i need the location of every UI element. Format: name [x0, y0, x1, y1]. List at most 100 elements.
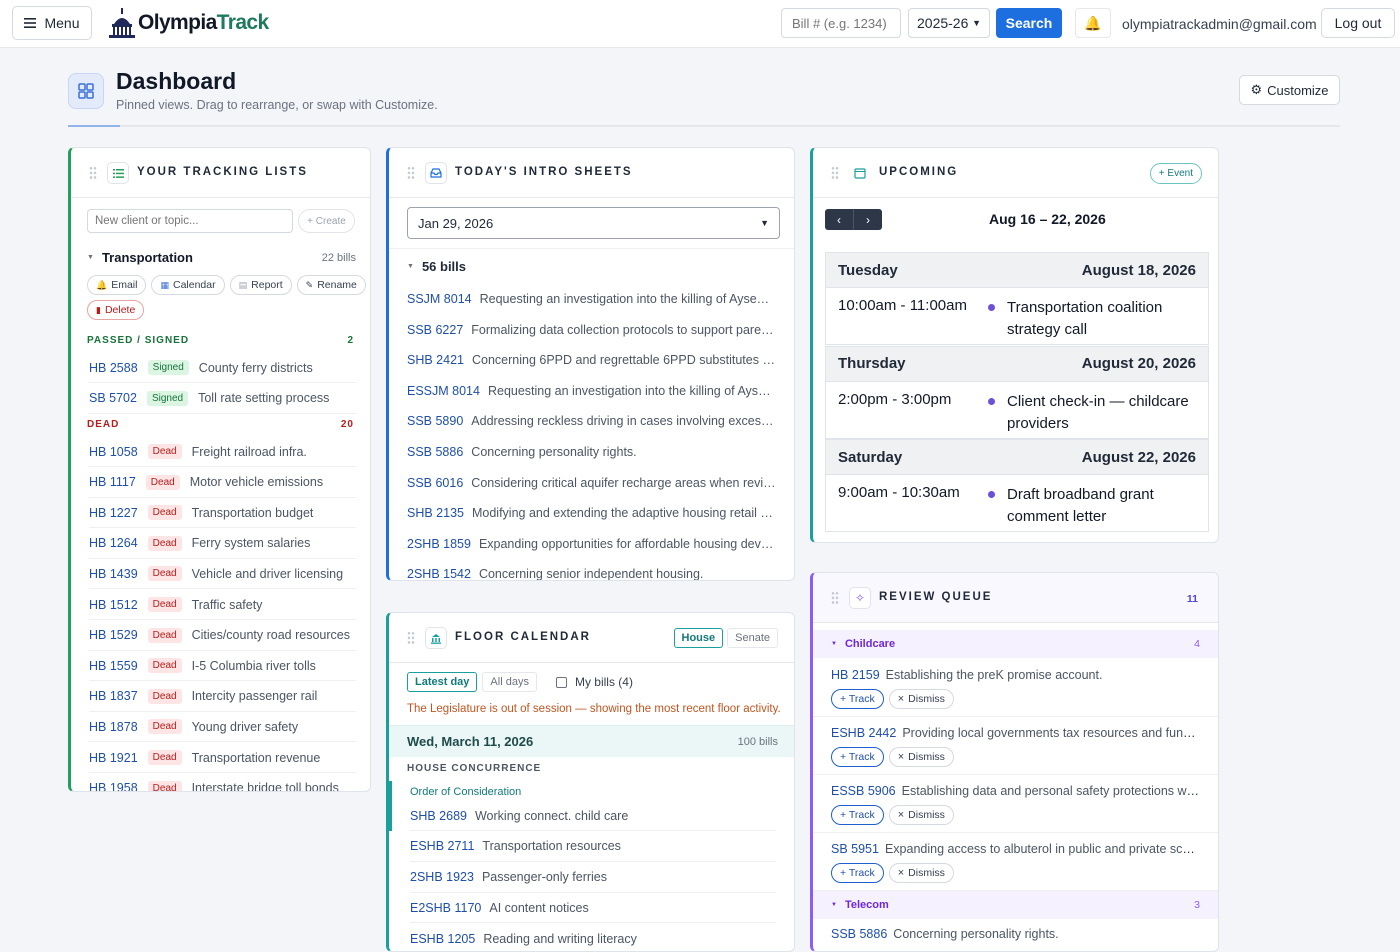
bill-row[interactable]: HB 2588 Signed County ferry districts — [89, 353, 356, 383]
my-bills-label[interactable]: My bills (4) — [575, 675, 633, 689]
drag-handle-icon[interactable] — [407, 166, 415, 180]
bill-row[interactable]: HB 1227 Dead Transportation budget — [89, 498, 356, 529]
intro-bill-row[interactable]: ESSJM 8014 Requesting an investigation in… — [407, 376, 776, 406]
bill-number[interactable]: HB 1439 — [89, 567, 138, 581]
review-item[interactable]: SSB 5886 Concerning personality rights. — [831, 927, 1200, 941]
track-button[interactable]: + Track — [831, 863, 884, 883]
bill-number[interactable]: SSB 5890 — [407, 414, 463, 428]
bill-row[interactable]: HB 1958 Dead Interstate bridge toll bonds — [89, 774, 356, 791]
bill-row[interactable]: HB 1117 Dead Motor vehicle emissions — [89, 468, 356, 498]
bill-number[interactable]: SSB 6016 — [407, 476, 463, 490]
rename-action-button[interactable]: ✎ Rename — [296, 275, 366, 295]
drag-handle-icon[interactable] — [407, 631, 415, 645]
bill-number[interactable]: ESHB 2711 — [410, 839, 474, 853]
senate-tab[interactable]: Senate — [727, 628, 778, 648]
bill-number[interactable]: ESHB 1205 — [410, 932, 475, 946]
group-header-telecom[interactable]: ▼ Telecom 3 — [813, 891, 1218, 919]
logout-button[interactable]: Log out — [1321, 8, 1395, 38]
email-action-button[interactable]: 🔔 Email — [87, 275, 147, 295]
dismiss-button[interactable]: × Dismiss — [888, 863, 954, 883]
review-item[interactable]: ESSB 5906 Establishing data and personal … — [831, 784, 1200, 798]
bill-number[interactable]: SHB 2689 — [410, 809, 467, 823]
create-list-button[interactable]: + Create — [298, 209, 355, 233]
bill-row[interactable]: HB 1529 Dead Cities/county road resources — [89, 621, 356, 651]
bill-row[interactable]: HB 1559 Dead I-5 Columbia river tolls — [89, 651, 356, 682]
bill-number[interactable]: ESSJM 8014 — [407, 384, 480, 398]
track-button[interactable]: + Track — [831, 747, 884, 767]
delete-list-button[interactable]: ▮ Delete — [87, 300, 145, 320]
bill-number[interactable]: HB 1227 — [89, 506, 138, 520]
search-button[interactable]: Search — [996, 8, 1062, 38]
bill-number[interactable]: 2SHB 1923 — [410, 870, 474, 884]
calendar-event[interactable]: 9:00am - 10:30am Draft broadband grant co… — [825, 475, 1209, 532]
bill-number[interactable]: HB 1058 — [89, 445, 138, 459]
bill-row[interactable]: HB 1264 Dead Ferry system salaries — [89, 529, 356, 559]
bill-number[interactable]: HB 1264 — [89, 536, 138, 550]
intro-bill-row[interactable]: 2SHB 1542 Concerning senior independent h… — [407, 559, 776, 580]
calendar-action-button[interactable]: ▦ Calendar — [151, 275, 225, 295]
bill-number[interactable]: 2SHB 1859 — [407, 537, 471, 551]
review-item[interactable]: ESHB 2442 Providing local governments tax… — [831, 726, 1200, 740]
session-select[interactable]: 2025-26 ▼ — [908, 8, 990, 38]
next-week-button[interactable]: › — [853, 209, 882, 230]
intro-bill-row[interactable]: SSB 6016 Considering critical aquifer rec… — [407, 468, 776, 498]
all-days-tab[interactable]: All days — [482, 672, 537, 692]
drag-handle-icon[interactable] — [831, 166, 839, 180]
group-header-childcare[interactable]: ▼ Childcare 4 — [813, 630, 1218, 658]
add-event-button[interactable]: + Event — [1149, 163, 1202, 184]
bill-number[interactable]: HB 1837 — [89, 689, 138, 703]
bill-number[interactable]: ESHB 2442 — [831, 726, 896, 740]
report-action-button[interactable]: ▤ Report — [229, 275, 292, 295]
calendar-event[interactable]: 10:00am - 11:00am Transportation coalitio… — [825, 288, 1209, 345]
bill-number[interactable]: SSJM 8014 — [407, 292, 472, 306]
bill-row[interactable]: HB 1058 Dead Freight railroad infra. — [89, 437, 356, 467]
bill-number[interactable]: HB 1512 — [89, 598, 138, 612]
intro-bill-row[interactable]: SSB 6227 Formalizing data collection prot… — [407, 315, 776, 345]
latest-day-tab[interactable]: Latest day — [407, 672, 478, 692]
bill-number[interactable]: HB 2159 — [831, 668, 880, 682]
bill-row[interactable]: HB 1837 Dead Intercity passenger rail — [89, 682, 356, 712]
bill-row[interactable]: HB 1878 Dead Young driver safety — [89, 712, 356, 743]
bill-number[interactable]: HB 1529 — [89, 628, 138, 642]
intro-date-select[interactable]: Jan 29, 2026 ▼ — [407, 207, 780, 239]
bill-number[interactable]: SHB 2135 — [407, 506, 464, 520]
logo[interactable]: OlympiaTrack — [108, 4, 269, 42]
floor-bill-row[interactable]: SHB 2689 Working connect. child care — [410, 801, 776, 831]
bill-number[interactable]: ESSB 5906 — [831, 784, 896, 798]
review-item[interactable]: SB 5951 Expanding access to albuterol in … — [831, 842, 1200, 856]
bill-number[interactable]: SHB 2421 — [407, 353, 464, 367]
review-item[interactable]: HB 2159 Establishing the preK promise acc… — [831, 668, 1200, 682]
dismiss-button[interactable]: × Dismiss — [888, 689, 954, 709]
bill-number[interactable]: SSB 5886 — [407, 445, 463, 459]
menu-button[interactable]: Menu — [12, 6, 92, 40]
new-list-input[interactable] — [87, 209, 293, 233]
dismiss-button[interactable]: × Dismiss — [888, 805, 954, 825]
intro-bill-row[interactable]: SSB 5890 Addressing reckless driving in c… — [407, 406, 776, 436]
intro-count-header[interactable]: ▼ 56 bills — [407, 259, 466, 274]
bill-number[interactable]: HB 2588 — [89, 361, 138, 375]
bill-row[interactable]: HB 1439 Dead Vehicle and driver licensing — [89, 559, 356, 590]
bill-number[interactable]: HB 1878 — [89, 720, 138, 734]
bill-number[interactable]: SB 5951 — [831, 842, 879, 856]
drag-handle-icon[interactable] — [89, 166, 97, 180]
intro-bill-row[interactable]: SSJM 8014 Requesting an investigation int… — [407, 284, 776, 314]
bill-number[interactable]: HB 1559 — [89, 659, 138, 673]
my-bills-checkbox[interactable] — [555, 676, 567, 688]
list-group-header[interactable]: ▼ Transportation 22 bills — [87, 250, 356, 265]
bill-row[interactable]: HB 1512 Dead Traffic safety — [89, 590, 356, 620]
intro-bill-row[interactable]: SHB 2135 Modifying and extending the adap… — [407, 498, 776, 528]
bill-number[interactable]: SB 5702 — [89, 391, 137, 405]
bill-number[interactable]: HB 1921 — [89, 751, 138, 765]
intro-bill-row[interactable]: 2SHB 1859 Expanding opportunities for aff… — [407, 529, 776, 559]
notifications-button[interactable]: 🔔 — [1075, 8, 1111, 38]
floor-bill-row[interactable]: ESHB 2711 Transportation resources — [410, 832, 776, 862]
track-button[interactable]: + Track — [831, 805, 884, 825]
prev-week-button[interactable]: ‹ — [825, 209, 853, 230]
intro-bill-row[interactable]: SSB 5886 Concerning personality rights. — [407, 437, 776, 467]
drag-handle-icon[interactable] — [831, 591, 839, 605]
bill-number[interactable]: HB 1958 — [89, 781, 138, 791]
bill-number[interactable]: SSB 5886 — [831, 927, 887, 941]
bill-search-input[interactable] — [781, 8, 901, 38]
dismiss-button[interactable]: × Dismiss — [888, 747, 954, 767]
floor-bill-row[interactable]: 2SHB 1923 Passenger-only ferries — [410, 863, 776, 893]
